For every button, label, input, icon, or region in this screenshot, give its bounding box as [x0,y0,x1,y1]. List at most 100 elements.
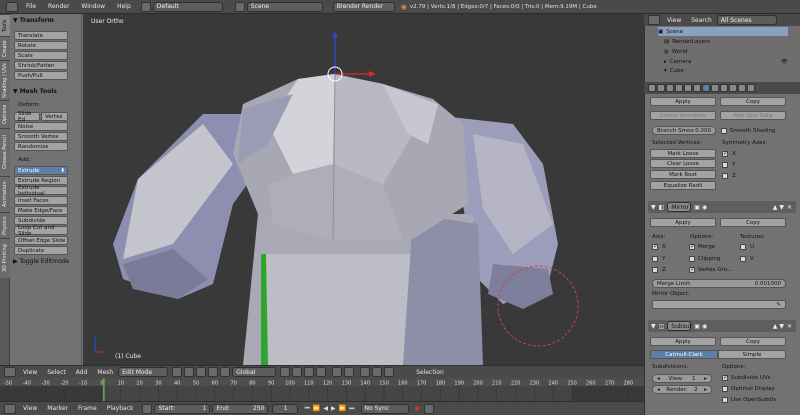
snap-icon[interactable] [360,367,371,377]
decrement-icon[interactable]: ◂ [657,387,660,393]
object-tab-icon[interactable] [684,84,692,92]
rotate-button[interactable]: Rotate [14,41,68,50]
increment-icon[interactable]: ▸ [704,387,707,393]
scene-selector[interactable]: Scene [246,1,323,12]
snap-element-icon[interactable] [372,367,383,377]
proportional-edit-icon[interactable] [332,367,343,377]
texture-u-checkbox[interactable] [740,244,746,250]
merge-limit-field[interactable]: Merge Limit: 0.001000 [652,279,786,288]
push-pull-button[interactable]: Push/Pull [14,71,68,80]
tab-grease-pencil[interactable]: Grease Pencil [0,128,10,176]
mirror-y-checkbox[interactable] [652,256,658,262]
subsurf-name-field[interactable]: Subsur [667,321,692,331]
merge-checkbox[interactable] [689,243,695,250]
menu-add[interactable]: Add [76,369,88,376]
mark-loose-button[interactable]: Mark Loose [650,149,716,158]
extrude-individual-button[interactable]: Extrude Individual [14,185,68,197]
use-opensubdiv-checkbox[interactable] [722,397,728,403]
world-tab-icon[interactable] [675,84,683,92]
edge-select-icon[interactable] [292,367,303,377]
data-tab-icon[interactable] [711,84,719,92]
jump-end-icon[interactable]: ⏭ [349,405,354,413]
subsurf-modifier-header[interactable]: ▼ ◫ Subsur ▣ ◉ ▲ ▼ ✕ [648,320,796,332]
3d-viewport[interactable]: User Ortho (1) Cube [83,14,644,365]
visibility-eye-icon[interactable]: 👁 [781,59,788,65]
rotate-manip-icon[interactable] [220,367,231,377]
material-tab-icon[interactable] [720,84,728,92]
create-armature-button[interactable]: Create Armature [650,111,716,120]
editor-type-icon[interactable] [4,403,16,414]
randomize-button[interactable]: Randomize [14,142,68,151]
next-keyframe-icon[interactable]: ⏩ [339,405,346,412]
falloff-icon[interactable] [344,367,355,377]
smooth-vertex-button[interactable]: Smooth Vertex [14,132,68,141]
outliner-row-scene[interactable]: ▣ Scene [658,27,788,36]
record-icon[interactable]: ● [415,405,420,412]
make-edge-face-button[interactable]: Make Edge/Face [14,206,68,215]
prev-keyframe-icon[interactable]: ⏪ [313,405,320,412]
modifiers-tab-icon[interactable] [702,84,710,92]
pivot-point-icon[interactable] [184,367,195,377]
outliner-row-cube[interactable]: ▾ Cube [664,67,788,74]
menu-render[interactable]: Render [48,3,69,10]
subsurf-apply-button[interactable]: Apply [650,337,716,346]
duplicate-button[interactable]: Duplicate [14,246,68,255]
manipulator-toggle-icon[interactable] [196,367,207,377]
viewport-shading-icon[interactable] [172,367,183,377]
play-icon[interactable]: ▶ [331,405,336,412]
menu-window[interactable]: Window [81,3,105,10]
decrement-icon[interactable]: ◂ [657,376,660,382]
vertex-slide-button[interactable]: Vertex [41,112,68,121]
tab-shading-uvs[interactable]: Shading / UVs [0,60,10,100]
mirror-object-field[interactable]: ▾ ✎ [652,300,786,309]
menu-search[interactable]: Search [691,17,712,24]
shrink-fatten-button[interactable]: Shrink/Fatten [14,61,68,70]
current-frame-field[interactable]: 1 [272,403,299,414]
outliner-row-world[interactable]: ◍ World [664,47,788,56]
slide-edge-button[interactable]: Slide Ed [14,111,40,123]
eyedropper-icon[interactable]: ✎ [776,302,781,308]
mirror-z-checkbox[interactable] [652,267,658,273]
menu-marker[interactable]: Marker [47,405,68,412]
symmetry-z-checkbox[interactable] [722,173,728,179]
simple-tab[interactable]: Simple [718,350,786,359]
menu-frame[interactable]: Frame [78,405,97,412]
clipping-checkbox[interactable] [689,256,695,262]
tab-tools[interactable]: Tools [0,14,10,36]
mesh-tools-panel-header[interactable]: ▼ Mesh Tools [11,86,81,96]
equalize-radii-button[interactable]: Equalize Radii [650,181,716,190]
translate-manip-icon[interactable] [208,367,219,377]
clear-loose-button[interactable]: Clear Loose [650,159,716,168]
render-layers-tab-icon[interactable] [657,84,665,92]
tab-physics[interactable]: Physics [0,212,10,238]
scene-tab-icon[interactable] [666,84,674,92]
mirror-x-checkbox[interactable] [652,243,658,250]
add-skin-data-button[interactable]: Add Skin Data [720,111,786,120]
vertex-select-icon[interactable] [280,367,291,377]
view-levels-field[interactable]: ◂ View: 1 ▸ [652,374,712,383]
vertex-groups-checkbox[interactable] [689,266,695,273]
menu-select[interactable]: Select [47,369,66,376]
texture-tab-icon[interactable] [729,84,737,92]
move-down-icon[interactable]: ▼ [779,323,784,330]
catmull-clark-tab[interactable]: Catmull-Clark [650,350,718,359]
outliner-row-renderlayers[interactable]: ▤ RenderLayers [664,37,788,46]
move-up-icon[interactable]: ▲ [773,323,778,330]
smooth-shading-checkbox[interactable] [721,128,727,134]
mirror-copy-button[interactable]: Copy [720,218,786,227]
mirror-apply-button[interactable]: Apply [650,218,716,227]
tab-options[interactable]: Options [0,100,10,128]
optimal-display-checkbox[interactable] [722,386,728,392]
move-up-icon[interactable]: ▲ [773,204,778,211]
editmode-toggle-icon[interactable]: ▣ [694,323,700,330]
menu-help[interactable]: Help [117,3,131,10]
preview-range-icon[interactable] [142,403,153,414]
subdivide-uvs-checkbox[interactable] [722,374,728,381]
render-engine-selector[interactable]: Blender Render [332,1,395,12]
symmetry-x-checkbox[interactable] [722,150,728,157]
branch-smoothing-field[interactable]: Branch Smoo 0.000 [652,126,716,135]
skin-copy-button[interactable]: Copy [720,97,786,106]
mode-selector[interactable]: Edit Mode [118,367,169,377]
toggle-editmode-panel[interactable]: ▶ Toggle Editmode [11,256,81,266]
skin-apply-button[interactable]: Apply [650,97,716,106]
